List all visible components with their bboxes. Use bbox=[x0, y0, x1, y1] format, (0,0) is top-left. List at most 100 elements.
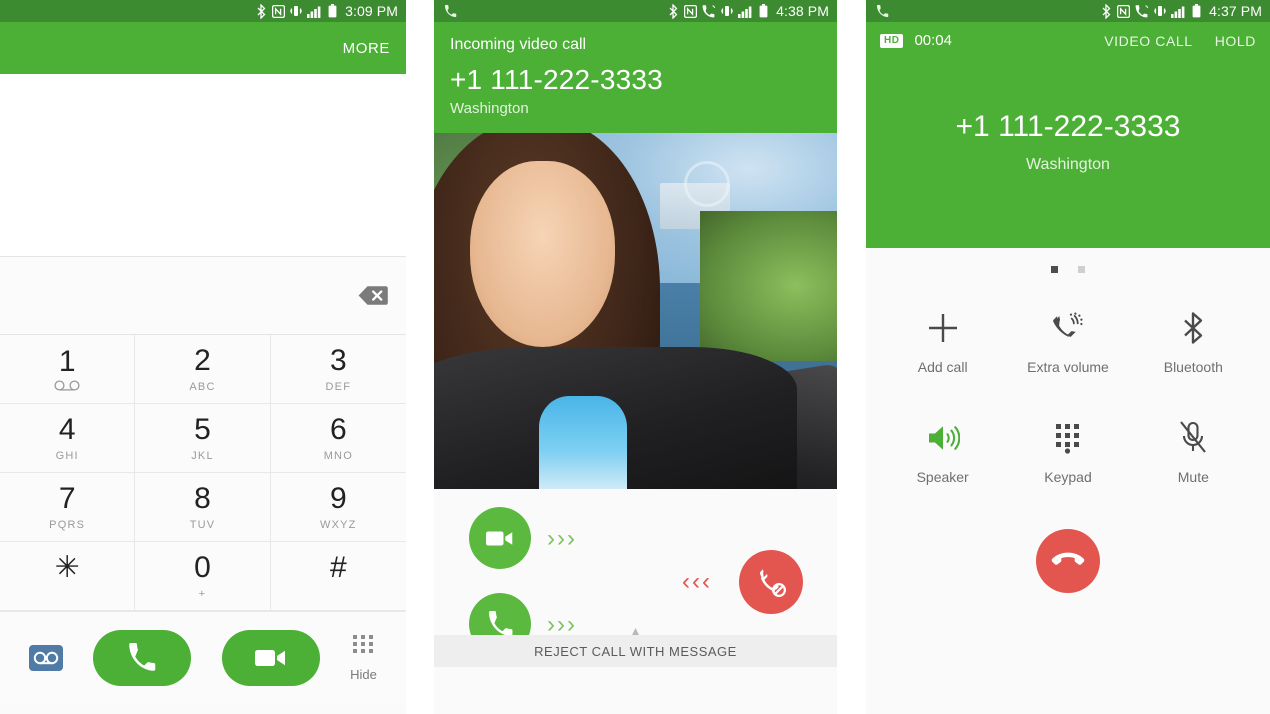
option-label: Bluetooth bbox=[1163, 359, 1223, 375]
hide-keypad-button[interactable]: Hide bbox=[350, 634, 377, 682]
incoming-call-header: Incoming video call +1 111-222-3333 Wash… bbox=[434, 22, 837, 133]
status-bar-dialer: 3:09 PM bbox=[0, 0, 406, 22]
page-dot[interactable] bbox=[1078, 266, 1085, 273]
hd-badge: HD bbox=[880, 33, 904, 48]
caller-video-preview bbox=[434, 133, 837, 489]
bluetooth-button[interactable]: Bluetooth bbox=[1131, 295, 1256, 405]
active-call-body: Add call Extra volume Bluetooth Speaker … bbox=[866, 248, 1270, 714]
call-sound-icon bbox=[1135, 4, 1149, 18]
key-8[interactable]: 8 TUV bbox=[135, 473, 271, 542]
voicemail-glyph bbox=[54, 379, 80, 392]
bluetooth-icon bbox=[256, 3, 267, 19]
active-call-panel: 4:37 PM HD 00:04 VIDEO CALL HOLD +1 111-… bbox=[866, 0, 1270, 714]
key-3[interactable]: 3 DEF bbox=[270, 335, 406, 404]
key-letters: GHI bbox=[55, 449, 79, 462]
option-label: Keypad bbox=[1044, 469, 1092, 485]
battery-icon bbox=[759, 4, 768, 18]
status-bar-left bbox=[876, 4, 1101, 18]
speaker-button[interactable]: Speaker bbox=[880, 405, 1005, 515]
key-9[interactable]: 9 WXYZ bbox=[270, 473, 406, 542]
bluetooth-icon bbox=[1181, 307, 1205, 349]
reject-call-button[interactable] bbox=[739, 550, 803, 614]
key-1[interactable]: 1 bbox=[0, 335, 136, 404]
status-bar-right: 4:37 PM bbox=[1101, 3, 1262, 19]
key-6[interactable]: 6 MNO bbox=[270, 404, 406, 473]
voicemail-icon[interactable] bbox=[29, 644, 64, 671]
option-label: Mute bbox=[1177, 469, 1209, 485]
call-sound-icon bbox=[702, 4, 716, 18]
page-indicator bbox=[866, 248, 1270, 273]
plus-icon bbox=[926, 307, 960, 349]
status-bar-incoming: 4:38 PM bbox=[434, 0, 837, 22]
caller-location: Washington bbox=[450, 100, 529, 117]
signal-icon bbox=[307, 5, 323, 18]
call-log-area[interactable] bbox=[0, 74, 406, 257]
vibrate-icon bbox=[1154, 4, 1167, 18]
accept-video-call-button[interactable] bbox=[469, 507, 531, 569]
key-0[interactable]: 0 + bbox=[135, 542, 271, 611]
caller-number: +1 111-222-3333 bbox=[450, 64, 663, 95]
active-caller-location: Washington bbox=[1026, 156, 1110, 173]
dialer-header: MORE bbox=[0, 22, 406, 74]
extra-volume-button[interactable]: Extra volume bbox=[1005, 295, 1130, 405]
key-letters: DEF bbox=[325, 380, 352, 393]
add-call-button[interactable]: Add call bbox=[880, 295, 1005, 405]
active-caller-number: +1 111-222-3333 bbox=[955, 110, 1181, 143]
more-button[interactable]: MORE bbox=[343, 40, 390, 57]
key-5[interactable]: 5 JKL bbox=[135, 404, 271, 473]
speaker-icon bbox=[926, 417, 960, 459]
incoming-call-actions: ››› ››› ‹‹‹ ▲ REJECT CALL WITH MESSAGE bbox=[434, 489, 837, 667]
key-letters: WXYZ bbox=[320, 518, 357, 531]
status-time: 4:38 PM bbox=[776, 3, 829, 19]
reject-call-with-message-button[interactable]: REJECT CALL WITH MESSAGE bbox=[434, 635, 837, 667]
keypad-button[interactable]: Keypad bbox=[1005, 405, 1130, 515]
key-hash[interactable]: # bbox=[270, 542, 406, 611]
mic-off-icon bbox=[1178, 417, 1208, 459]
battery-icon bbox=[328, 4, 337, 18]
dial-input-row[interactable] bbox=[0, 257, 406, 335]
key-star[interactable]: ✳ bbox=[0, 542, 136, 611]
phone-icon bbox=[876, 4, 889, 18]
signal-icon bbox=[738, 5, 754, 18]
key-letters: JKL bbox=[191, 449, 214, 462]
mute-button[interactable]: Mute bbox=[1131, 405, 1256, 515]
phone-icon bbox=[444, 4, 457, 18]
bluetooth-icon bbox=[1101, 3, 1112, 19]
key-digit: 9 bbox=[329, 481, 347, 515]
key-digit: 1 bbox=[58, 344, 76, 378]
key-7[interactable]: 7 PQRS bbox=[0, 473, 136, 542]
keypad-icon bbox=[1054, 417, 1082, 459]
video-call-button[interactable] bbox=[221, 629, 320, 686]
end-call-area bbox=[866, 529, 1270, 593]
key-digit: ✳ bbox=[54, 550, 80, 584]
key-2[interactable]: 2 ABC bbox=[135, 335, 271, 404]
keypad-icon bbox=[352, 634, 374, 661]
screenshot-stage: 3:09 PM MORE 1 2 ABC 3 DEF 4 GHI 5 JKL 6… bbox=[0, 0, 1270, 714]
vibrate-icon bbox=[290, 4, 303, 18]
hide-label: Hide bbox=[350, 666, 377, 682]
end-call-button[interactable] bbox=[1036, 529, 1100, 593]
video-call-toggle-button[interactable]: VIDEO CALL bbox=[1104, 33, 1192, 49]
nfc-icon bbox=[684, 4, 698, 18]
key-4[interactable]: 4 GHI bbox=[0, 404, 136, 473]
dial-number-input[interactable] bbox=[0, 257, 336, 334]
dialpad-grid: 1 2 ABC 3 DEF 4 GHI 5 JKL 6 MNO 7 PQRS 8… bbox=[0, 335, 406, 611]
key-digit: 7 bbox=[58, 481, 76, 515]
photo-ferris-wheel bbox=[683, 161, 730, 208]
photo-person-shirt bbox=[538, 396, 628, 489]
key-digit: 4 bbox=[58, 412, 76, 446]
key-digit: 2 bbox=[194, 343, 211, 377]
backspace-icon[interactable] bbox=[358, 285, 388, 306]
call-timer: 00:04 bbox=[914, 32, 952, 49]
key-letters: ABC bbox=[189, 380, 216, 393]
incoming-call-panel: 4:38 PM Incoming video call +1 111-222-3… bbox=[434, 0, 837, 714]
key-letters: + bbox=[198, 587, 207, 600]
voice-call-button[interactable] bbox=[93, 629, 192, 686]
key-letters: TUV bbox=[189, 518, 216, 531]
key-digit: # bbox=[329, 550, 347, 584]
page-dot-active[interactable] bbox=[1051, 266, 1058, 273]
status-time: 4:37 PM bbox=[1209, 3, 1262, 19]
hold-button[interactable]: HOLD bbox=[1215, 33, 1256, 49]
photo-trees-right bbox=[699, 211, 837, 361]
active-call-topbar: HD 00:04 VIDEO CALL HOLD bbox=[866, 22, 1270, 49]
